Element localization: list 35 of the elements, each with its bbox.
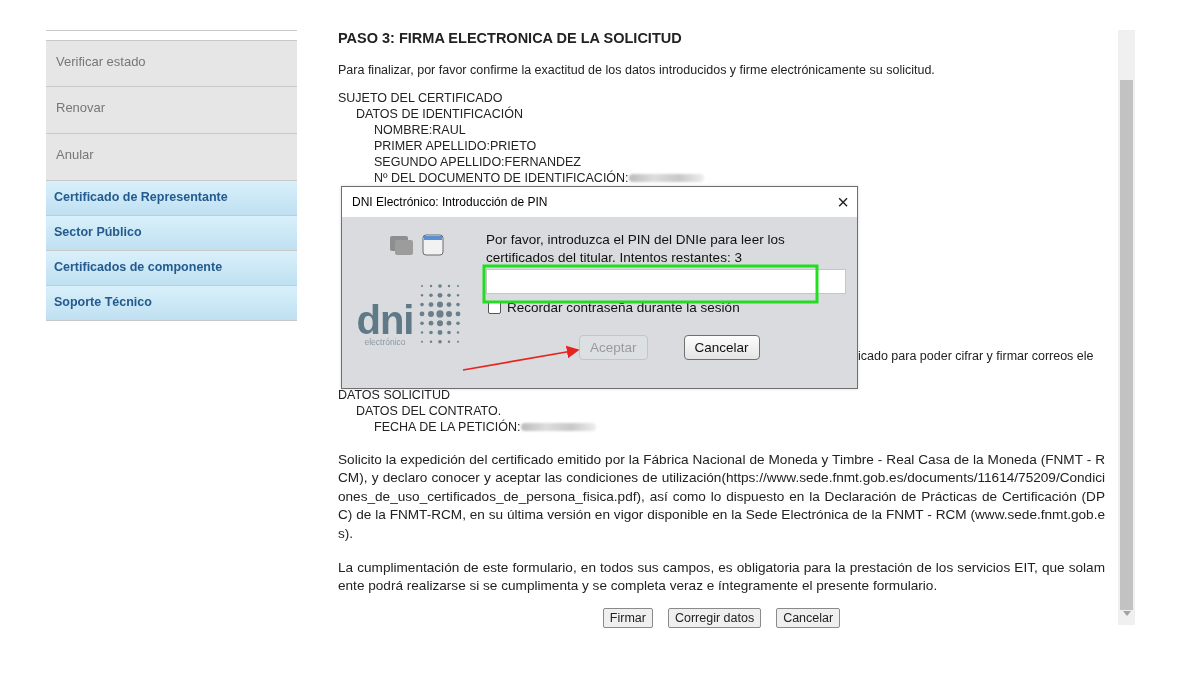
dialog-button[interactable]: Cancelar <box>683 335 760 360</box>
windows-stack-icon <box>388 234 414 256</box>
form-button[interactable]: Firmar <box>602 607 653 628</box>
paragraph: Solicito la expedición del certificado emitido por la Fábrica Nacional de Moneda y Timbre - Real Casa de la Moneda (FNMT - RCM), y declaro conocer y aceptar las condiciones de utilización(https://www.sede.fnmt.gob.es/documents/11614/75209/Condiciones_de_uso_certificados_de_persona_fisica.pdf), así como lo dispuesto en la Declaración de Prácticas de Certificación (DPC) de la FNMT-RCM, en su última versión en vigor disponible en la Sede Electrónica de la FNMT - RCM (www.sede.fnmt.gob.es). <box>338 451 1105 543</box>
summary-line: DATOS DE IDENTIFICACIÓN <box>356 106 523 122</box>
sidebar-item[interactable]: Renovar <box>46 87 297 134</box>
summary-line: NOMBRE:RAUL <box>374 122 466 138</box>
page-title: PASO 3: FIRMA ELECTRONICA DE LA SOLICITUD <box>338 30 683 47</box>
summary-line: PRIMER APELLIDO:PRIETO <box>374 138 537 154</box>
paragraph: La cumplimentación de este formulario, en todos sus campos, es obligatoria para la prestación de los servicios EIT, que solamente podrá realizarse si se cumplimenta y se completa veraz e íntegramente el presente formulario. <box>338 559 1105 596</box>
pin-field[interactable] <box>486 269 846 294</box>
sidebar-item[interactable]: Verificar estado <box>46 40 297 87</box>
close-button[interactable]: × <box>837 192 849 212</box>
logo-text: dni <box>356 303 414 337</box>
form-button[interactable]: Cancelar <box>776 607 841 628</box>
summary-line: Nº DEL DOCUMENTO DE IDENTIFICACIÓN: <box>374 170 629 186</box>
sidebar-item[interactable]: Soporte Técnico <box>46 286 297 321</box>
sidebar-item[interactable]: Sector Público <box>46 216 297 251</box>
dialog-title: DNI Electrónico: Introducción de PIN <box>352 195 548 209</box>
sidebar-item[interactable]: Certificados de componente <box>46 251 297 286</box>
logo-subtext: electrónico <box>364 337 406 347</box>
summary-line: SEGUNDO APELLIDO:FERNANDEZ <box>374 154 581 170</box>
summary-line: DATOS DEL CONTRATO. <box>356 403 502 419</box>
summary-line: icado para poder cifrar y firmar correos ele <box>858 349 1094 363</box>
summary-line: FECHA DE LA PETICIÓN: <box>374 419 521 435</box>
prompt-text: Por favor, introduzca el PIN del DNIe para leer los certificados del titular. Intentos restantes: 3 <box>486 231 786 267</box>
summary-line: SUJETO DEL CERTIFICADO <box>338 90 503 106</box>
summary-line: DATOS SOLICITUD <box>338 387 451 403</box>
sidebar-item[interactable]: Certificado de Representante <box>46 181 297 216</box>
checkbox-label: Recordar contraseña durante la sesión <box>507 300 740 315</box>
intro-text: Para finalizar, por favor confirme la exactitud de los datos introducidos y firme electrónicamente su solicitud. <box>338 62 936 78</box>
scrollbar[interactable] <box>1118 30 1135 625</box>
sidebar-item[interactable]: Anular <box>46 134 297 181</box>
window-icon <box>422 234 444 256</box>
form-button[interactable]: Corregir datos <box>667 607 762 628</box>
